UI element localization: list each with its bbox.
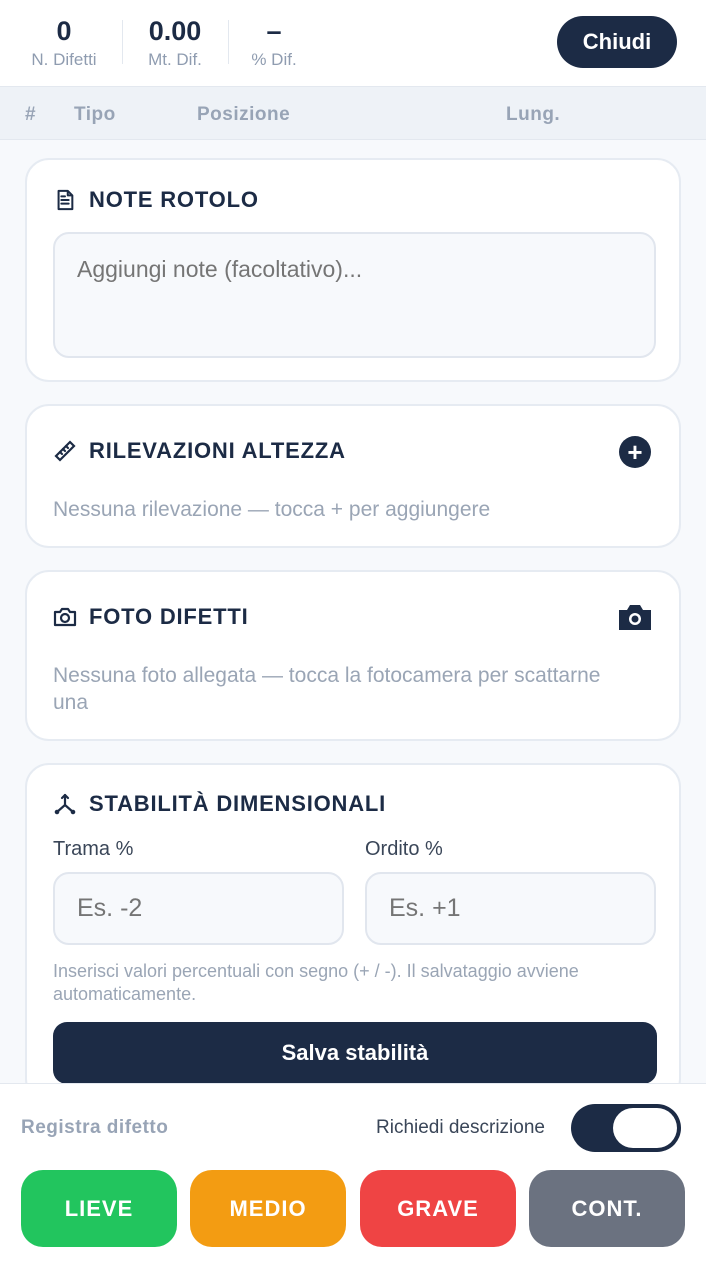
card-title-text: RILEVAZIONI ALTEZZA bbox=[89, 438, 346, 463]
severity-medium-button[interactable]: MEDIO bbox=[190, 1170, 346, 1247]
axes-icon bbox=[53, 792, 77, 816]
defect-photos-card: FOTO DIFETTI Nessuna foto allegata — toc… bbox=[25, 570, 681, 741]
stat-value: – bbox=[266, 16, 282, 46]
notes-input[interactable] bbox=[53, 232, 656, 358]
camera-icon[interactable] bbox=[617, 602, 653, 632]
divider bbox=[122, 20, 123, 64]
close-button[interactable]: Chiudi bbox=[557, 16, 677, 68]
stats-bar: 0 N. Difetti 0.00 Mt. Dif. – % Dif. Chiu… bbox=[0, 0, 706, 87]
ruler-icon bbox=[53, 439, 77, 463]
stability-title: STABILITÀ DIMENSIONALI bbox=[53, 791, 386, 817]
camera-outline-icon bbox=[53, 605, 77, 629]
plus-icon: + bbox=[627, 437, 643, 467]
notes-title: NOTE ROTOLO bbox=[53, 187, 259, 213]
warp-label: Ordito % bbox=[365, 838, 443, 860]
stability-hint: Inserisci valori percentuali con segno (… bbox=[53, 961, 579, 1004]
warp-input[interactable] bbox=[365, 872, 656, 945]
stat-defects-count: 0 N. Difetti bbox=[26, 16, 102, 70]
empty-measurements-text: Nessuna rilevazione — tocca + per aggiun… bbox=[53, 498, 491, 521]
card-title-text: FOTO DIFETTI bbox=[89, 604, 249, 629]
divider bbox=[228, 20, 229, 64]
register-defect-panel: Registra difetto Richiedi descrizione LI… bbox=[0, 1083, 706, 1280]
card-title-text: STABILITÀ DIMENSIONALI bbox=[89, 791, 387, 816]
dimensional-stability-card: STABILITÀ DIMENSIONALI Trama % Ordito % … bbox=[25, 763, 681, 1103]
column-header-type: Tipo bbox=[74, 104, 116, 125]
register-defect-label: Registra difetto bbox=[21, 1117, 169, 1138]
toggle-knob bbox=[613, 1108, 677, 1148]
require-description-toggle[interactable] bbox=[571, 1104, 681, 1152]
notes-card: NOTE ROTOLO bbox=[25, 158, 681, 382]
stat-label: % Dif. bbox=[251, 50, 297, 69]
document-icon bbox=[53, 188, 77, 212]
photos-title: FOTO DIFETTI bbox=[53, 604, 249, 630]
stat-value: 0.00 bbox=[148, 16, 202, 46]
stat-label: Mt. Dif. bbox=[148, 50, 202, 69]
column-header-length: Lung. bbox=[506, 104, 561, 125]
column-header-number: # bbox=[25, 104, 37, 125]
height-measurements-card: RILEVAZIONI ALTEZZA + Nessuna rilevazion… bbox=[25, 404, 681, 548]
card-title-text: NOTE ROTOLO bbox=[89, 187, 259, 212]
severity-severe-button[interactable]: GRAVE bbox=[360, 1170, 516, 1247]
stat-label: N. Difetti bbox=[31, 50, 97, 69]
save-stability-button[interactable]: Salva stabilità bbox=[53, 1022, 657, 1084]
empty-photos-text: Nessuna foto allegata — tocca la fotocam… bbox=[53, 664, 601, 714]
column-header-position: Posizione bbox=[197, 104, 291, 125]
weft-input[interactable] bbox=[53, 872, 344, 945]
severity-minor-button[interactable]: LIEVE bbox=[21, 1170, 177, 1247]
heights-title: RILEVAZIONI ALTEZZA bbox=[53, 438, 346, 464]
severity-continuous-button[interactable]: CONT. bbox=[529, 1170, 685, 1247]
add-measurement-button[interactable]: + bbox=[619, 436, 651, 468]
stat-value: 0 bbox=[56, 16, 72, 46]
weft-label: Trama % bbox=[53, 838, 134, 860]
defects-table-header: # Tipo Posizione Lung. bbox=[0, 87, 706, 140]
stat-defect-meters: 0.00 Mt. Dif. bbox=[140, 16, 210, 70]
require-description-label: Richiedi descrizione bbox=[376, 1117, 545, 1138]
stat-defect-percent: – % Dif. bbox=[245, 16, 303, 70]
